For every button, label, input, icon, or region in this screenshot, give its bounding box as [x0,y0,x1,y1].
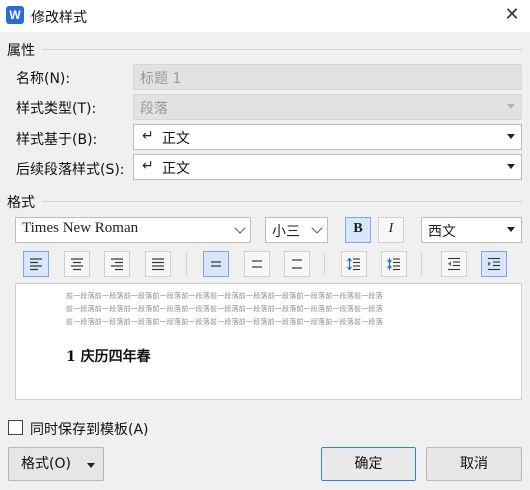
ok-button[interactable]: 确定 [321,447,416,481]
one-half-spacing-button[interactable] [244,251,270,277]
next-style-select[interactable]: ↵ 正文 [133,154,522,180]
one-half-spacing-icon [252,260,262,268]
justify-icon [152,258,164,271]
name-value: 标题 1 [140,71,182,87]
next-style-label: 后续段落样式(S): [16,162,125,178]
preview-previous-paragraph-line: 前一段落前一段落前一段落前一段落前一段落前一段落前一段落前一段落前一段落前一段落… [66,292,383,300]
align-left-button[interactable] [23,251,49,277]
properties-section-label: 属性 [7,43,35,59]
format-section-label: 格式 [7,195,35,211]
script-value: 西文 [428,224,456,240]
save-to-template-label[interactable]: 同时保存到模板(A) [30,419,149,439]
properties-divider [42,49,522,50]
style-type-label: 样式类型(T): [16,101,97,117]
script-select[interactable]: 西文 [421,217,522,243]
format-button-label: 格式(O) [21,456,71,472]
chevron-down-icon [311,222,323,234]
dropdown-arrow-icon [507,164,515,169]
single-spacing-button[interactable] [203,251,229,277]
paragraph-spacing-down-icon [387,258,400,271]
font-name-combo[interactable]: Times New Roman [15,217,251,243]
align-left-icon [30,258,42,271]
style-preview: 前一段落前一段落前一段落前一段落前一段落前一段落前一段落前一段落前一段落前一段落… [15,283,522,400]
align-right-button[interactable] [104,251,130,277]
preview-following-paragraph [66,377,476,381]
toolbar-separator [324,253,325,275]
decrease-indent-button[interactable] [441,251,467,277]
chevron-down-icon [234,222,246,234]
single-spacing-icon [211,261,221,267]
dropdown-arrow-icon [507,227,515,232]
increase-indent-icon [488,257,500,271]
based-on-select[interactable]: ↵ 正文 [133,124,522,150]
preview-previous-paragraph-line: 前一段落前一段落前一段落前一段落前一段落前一段落前一段落前一段落前一段落前一段落… [66,305,383,313]
preview-previous-paragraph-line: 前一段落前一段落前一段落前一段落前一段落前一段落前一段落前一段落前一段落前一段落… [66,318,383,326]
font-size-value: 小三 [272,224,300,240]
font-name-value: Times New Roman [22,220,139,236]
cancel-button[interactable]: 取消 [426,447,522,481]
toolbar-separator [186,253,187,275]
decrease-indent-icon [448,257,460,271]
style-type-select[interactable]: 段落 [133,94,522,120]
increase-paragraph-spacing-button[interactable] [381,251,407,277]
increase-indent-button[interactable] [481,251,507,277]
format-menu-button[interactable]: 格式(O) [8,447,104,481]
paragraph-spacing-up-icon [347,257,360,271]
dialog-title: 修改样式 [31,10,87,26]
name-label: 名称(N): [16,71,71,87]
toolbar-separator [421,253,422,275]
paragraph-mark-icon: ↵ [142,158,154,174]
double-spacing-icon [292,259,302,269]
bold-icon: B [353,221,363,236]
close-icon[interactable]: ✕ [500,2,524,28]
align-center-icon [71,258,83,271]
dropdown-arrow-icon [87,463,95,468]
align-center-button[interactable] [64,251,90,277]
based-on-label: 样式基于(B): [16,132,98,148]
preview-heading: 1 庆历四年春 [66,349,151,365]
next-style-value: 正文 [162,161,190,177]
save-to-template-checkbox[interactable] [8,420,23,435]
decrease-paragraph-spacing-button[interactable] [341,251,367,277]
font-size-combo[interactable]: 小三 [265,217,328,243]
dropdown-arrow-icon [507,104,515,109]
bold-button[interactable]: B [345,217,371,243]
double-spacing-button[interactable] [284,251,310,277]
style-type-value: 段落 [140,101,168,117]
align-right-icon [111,258,123,271]
italic-button[interactable]: I [378,217,404,243]
italic-icon: I [388,221,394,236]
paragraph-mark-icon: ↵ [142,128,154,144]
dropdown-arrow-icon [507,134,515,139]
justify-button[interactable] [145,251,171,277]
based-on-value: 正文 [162,131,190,147]
name-field[interactable]: 标题 1 [133,64,522,90]
wps-writer-app-icon: W [6,6,24,24]
format-divider [42,201,522,202]
